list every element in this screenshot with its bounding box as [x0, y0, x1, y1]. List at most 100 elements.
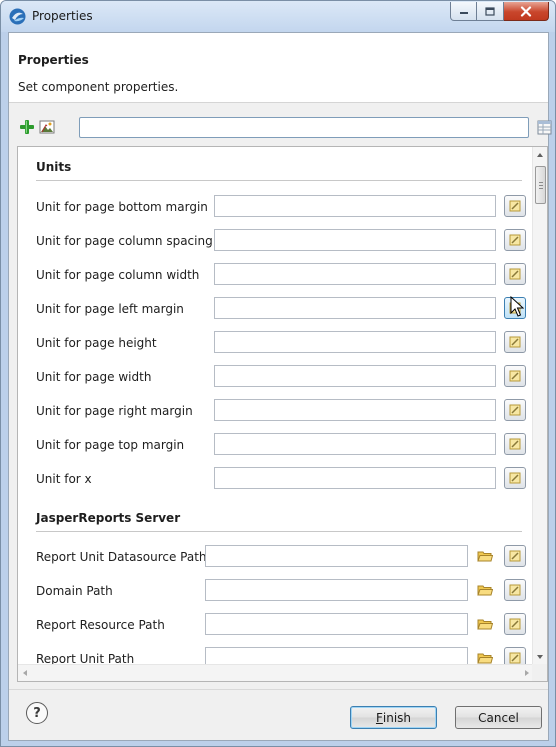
property-label: Unit for page right margin — [36, 404, 193, 418]
help-icon: ? — [33, 705, 41, 721]
unit-page-column-spacing-input[interactable] — [214, 229, 496, 251]
property-label: Unit for page column width — [36, 268, 200, 282]
scroll-down-arrow-icon[interactable] — [537, 655, 543, 659]
scroll-left-arrow-icon[interactable] — [23, 670, 27, 676]
expression-editor-icon — [509, 550, 521, 562]
expression-editor-icon — [509, 404, 521, 416]
folder-icon — [477, 653, 493, 664]
filter-input[interactable] — [79, 117, 529, 138]
edit-expression-button[interactable] — [504, 433, 526, 455]
property-label: Unit for page top margin — [36, 438, 185, 452]
folder-icon — [477, 619, 493, 630]
edit-expression-button[interactable] — [504, 613, 526, 635]
edit-expression-button[interactable] — [504, 545, 526, 567]
section-title-jasperreports-server: JasperReports Server — [36, 511, 181, 525]
unit-page-column-width-input[interactable] — [214, 263, 496, 285]
unit-page-top-margin-input[interactable] — [214, 433, 496, 455]
unit-page-left-margin-input[interactable] — [214, 297, 496, 319]
window-title: Properties — [32, 9, 93, 23]
maximize-button[interactable] — [477, 2, 504, 21]
unit-page-right-margin-input[interactable] — [214, 399, 496, 421]
edit-expression-button[interactable] — [504, 579, 526, 601]
horizontal-scrollbar[interactable] — [18, 664, 534, 681]
edit-expression-button[interactable] — [504, 467, 526, 489]
edit-expression-button[interactable] — [504, 365, 526, 387]
property-label: Unit for page height — [36, 336, 157, 350]
close-icon — [520, 5, 532, 17]
report-unit-datasource-path-input[interactable] — [205, 545, 468, 567]
finish-mnemonic: F — [375, 710, 383, 725]
page-description: Set component properties. — [18, 80, 179, 94]
edit-expression-button[interactable] — [504, 647, 526, 665]
footer-divider — [9, 689, 548, 690]
section-divider — [36, 531, 522, 532]
edit-expression-button[interactable] — [504, 195, 526, 217]
property-label: Report Resource Path — [36, 618, 165, 632]
section-divider — [36, 180, 522, 181]
edit-expression-button[interactable] — [504, 297, 526, 319]
edit-expression-button[interactable] — [504, 263, 526, 285]
scrollbar-thumb[interactable] — [535, 166, 546, 204]
cancel-button[interactable]: Cancel — [455, 706, 542, 729]
unit-page-bottom-margin-input[interactable] — [214, 195, 496, 217]
dialog-client-area: Properties Set component properties. Uni… — [8, 32, 552, 741]
properties-toolbar — [9, 117, 552, 141]
scroll-up-arrow-icon[interactable] — [537, 153, 543, 157]
browse-folder-button[interactable] — [476, 649, 494, 665]
folder-icon — [477, 551, 493, 562]
finish-label: inish — [382, 710, 412, 725]
property-label: Unit for x — [36, 472, 92, 486]
grip-line — [539, 188, 543, 189]
properties-scroll-content: Units Unit for page bottom margin Unit f… — [18, 147, 534, 665]
expression-editor-icon — [509, 336, 521, 348]
expression-editor-icon — [509, 438, 521, 450]
expression-editor-icon — [509, 234, 521, 246]
minimize-button[interactable] — [450, 2, 477, 21]
expression-editor-icon — [509, 652, 521, 664]
properties-panel: Units Unit for page bottom margin Unit f… — [17, 146, 548, 682]
close-button[interactable] — [504, 2, 549, 21]
browse-folder-button[interactable] — [476, 581, 494, 599]
finish-button[interactable]: Finish — [350, 706, 437, 729]
image-icon[interactable] — [39, 119, 55, 135]
domain-path-input[interactable] — [205, 579, 468, 601]
edit-expression-button[interactable] — [504, 331, 526, 353]
edit-expression-button[interactable] — [504, 399, 526, 421]
scrollbar-corner — [532, 664, 547, 681]
browse-folder-button[interactable] — [476, 615, 494, 633]
properties-window: Properties Properties Set component prop… — [0, 0, 556, 747]
expression-editor-icon — [509, 584, 521, 596]
unit-page-height-input[interactable] — [214, 331, 496, 353]
expression-editor-icon — [509, 302, 521, 314]
property-label: Report Unit Datasource Path — [36, 550, 207, 564]
property-label: Unit for page column spacing — [36, 234, 213, 248]
property-label: Unit for page bottom margin — [36, 200, 208, 214]
unit-page-width-input[interactable] — [214, 365, 496, 387]
property-label: Domain Path — [36, 584, 113, 598]
expression-editor-icon — [509, 268, 521, 280]
edit-expression-button[interactable] — [504, 229, 526, 251]
minimize-icon — [459, 12, 468, 14]
property-label: Unit for page width — [36, 370, 152, 384]
grip-line — [539, 185, 543, 186]
help-button[interactable]: ? — [26, 702, 48, 724]
vertical-scrollbar[interactable] — [532, 147, 547, 665]
report-unit-path-input[interactable] — [205, 647, 468, 665]
eclipse-app-icon — [9, 8, 26, 25]
maximize-icon — [485, 6, 495, 16]
scroll-right-arrow-icon[interactable] — [525, 670, 529, 676]
browse-folder-button[interactable] — [476, 547, 494, 565]
caption-buttons — [450, 2, 549, 21]
expression-editor-icon — [509, 472, 521, 484]
dialog-header: Properties Set component properties. — [9, 33, 548, 103]
unit-x-input[interactable] — [214, 467, 496, 489]
folder-icon — [477, 585, 493, 596]
title-bar[interactable]: Properties — [1, 1, 555, 32]
grip-line — [539, 182, 543, 183]
report-resource-path-input[interactable] — [205, 613, 468, 635]
page-title: Properties — [18, 53, 89, 67]
table-view-icon[interactable] — [537, 120, 552, 135]
property-label: Unit for page left margin — [36, 302, 184, 316]
green-plus-icon[interactable] — [19, 119, 35, 135]
expression-editor-icon — [509, 370, 521, 382]
